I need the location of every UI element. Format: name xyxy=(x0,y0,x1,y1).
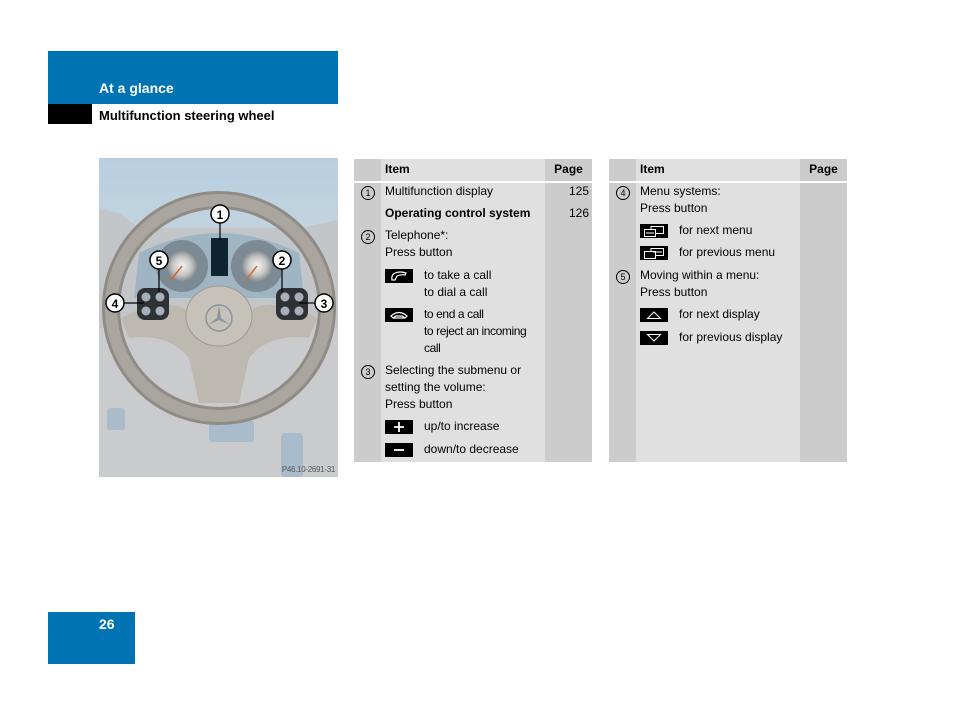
svg-text:1: 1 xyxy=(217,208,224,222)
item-text: to dial a call xyxy=(424,285,488,299)
item-text: up/to increase xyxy=(424,419,500,433)
steering-wheel-illustration: 1 5 2 4 3 P46.10-2691-31 xyxy=(99,158,338,477)
item-text: Selecting the submenu or xyxy=(385,363,522,377)
item-text: for previous menu xyxy=(679,245,776,259)
callout-4: 4 xyxy=(105,293,125,313)
down-arrow-icon xyxy=(640,331,668,345)
item-text: for next display xyxy=(679,307,760,321)
minus-icon xyxy=(385,443,413,457)
svg-text:5: 5 xyxy=(156,254,163,268)
previous-menu-icon xyxy=(640,246,668,260)
subsection-marker xyxy=(48,104,92,124)
header-item: Item xyxy=(385,162,410,176)
page-number-box xyxy=(48,612,135,664)
page-ref: 125 xyxy=(568,184,589,198)
svg-text:4: 4 xyxy=(112,297,119,311)
page-number: 26 xyxy=(99,616,115,632)
item-text: Operating control system xyxy=(385,206,531,220)
item-text: to reject an incoming xyxy=(424,324,527,338)
item-number: 3 xyxy=(361,365,375,379)
items-table-right: Item Page 4 Menu systems: Press button f… xyxy=(609,159,847,462)
callout-1: 1 xyxy=(210,204,230,224)
item-text: Multifunction display xyxy=(385,184,494,198)
item-number: 1 xyxy=(361,186,375,200)
item-text: call xyxy=(424,341,441,355)
header-page: Page xyxy=(554,162,583,176)
items-table-left: Item Page 1 Multifunction display 125 Op… xyxy=(354,159,592,462)
item-text: Telephone*: xyxy=(385,228,449,242)
item-text: Press button xyxy=(385,245,453,259)
next-menu-icon xyxy=(640,224,668,238)
subsection-title: Multifunction steering wheel xyxy=(99,108,275,123)
item-text: Press button xyxy=(640,285,708,299)
plus-icon xyxy=(385,420,413,434)
callout-5: 5 xyxy=(149,250,169,270)
svg-text:2: 2 xyxy=(279,254,286,268)
item-number: 2 xyxy=(361,230,375,244)
item-text: Moving within a menu: xyxy=(640,268,760,282)
item-text: to end a call xyxy=(424,307,484,321)
item-number: 5 xyxy=(616,270,630,284)
item-text: Press button xyxy=(385,397,453,411)
phone-hangup-icon xyxy=(385,308,413,322)
up-arrow-icon xyxy=(640,308,668,322)
header-page: Page xyxy=(809,162,838,176)
header-item: Item xyxy=(640,162,665,176)
item-text: to take a call xyxy=(424,268,492,282)
figure-code: P46.10-2691-31 xyxy=(281,465,335,474)
item-text: Menu systems: xyxy=(640,184,721,198)
header-band xyxy=(48,51,338,104)
item-number: 4 xyxy=(616,186,630,200)
item-text: for next menu xyxy=(679,223,753,237)
page-ref: 126 xyxy=(568,206,589,220)
item-text: Press button xyxy=(640,201,708,215)
svg-text:3: 3 xyxy=(321,297,328,311)
callout-2: 2 xyxy=(272,250,292,270)
item-text: for previous display xyxy=(679,330,783,344)
section-title: At a glance xyxy=(99,80,174,96)
item-text: down/to decrease xyxy=(424,442,519,456)
item-text: setting the volume: xyxy=(385,380,486,394)
steering-wheel-drawing: 1 5 2 4 3 xyxy=(99,158,338,477)
callout-3: 3 xyxy=(314,293,334,313)
phone-accept-icon xyxy=(385,269,413,283)
